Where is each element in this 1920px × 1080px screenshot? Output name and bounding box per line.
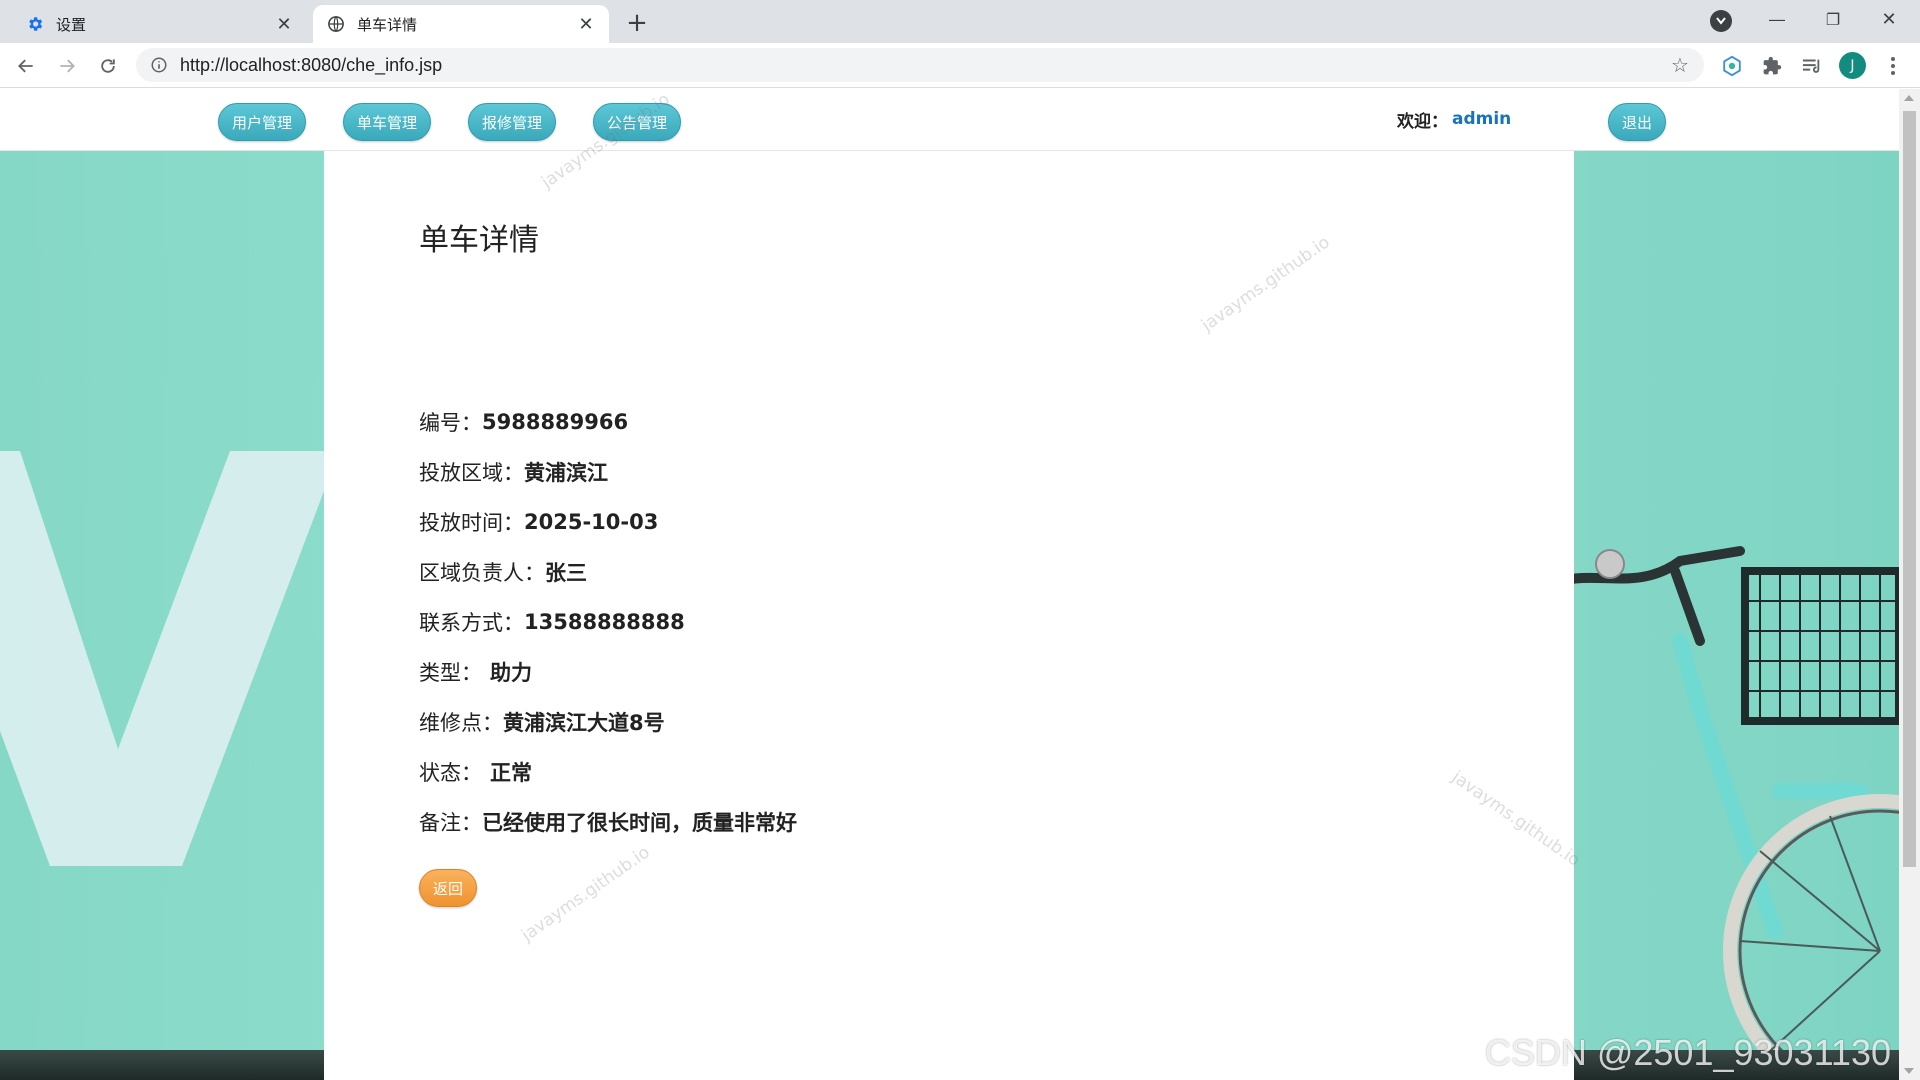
field-row-area: 投放区域： 黄浦滨江 — [419, 457, 608, 487]
reading-list-icon[interactable] — [1799, 53, 1825, 79]
info-icon[interactable] — [150, 56, 168, 74]
site-header: 用户管理 单车管理 报修管理 公告管理 欢迎： admin 退出 — [0, 89, 1899, 151]
extensions-puzzle-icon[interactable] — [1759, 53, 1785, 79]
csdn-watermark: CSDN @2501_93031130 — [1484, 1032, 1891, 1073]
back-arrow-icon[interactable] — [10, 50, 42, 82]
window-close-icon[interactable]: ✕ — [1866, 4, 1912, 34]
browser-toolbar: http://localhost:8080/che_info.jsp ☆ J — [0, 43, 1920, 88]
field-row-repair-point: 维修点： 黄浦滨江大道8号 — [419, 707, 665, 737]
field-value: 正常 — [490, 761, 532, 785]
field-row-date: 投放时间： 2025-10-03 — [419, 507, 658, 537]
field-label: 维修点： — [419, 711, 503, 735]
forward-arrow-icon[interactable] — [51, 50, 83, 82]
scroll-down-icon[interactable] — [1904, 1068, 1914, 1074]
field-value: 5988889966 — [482, 410, 629, 434]
field-label: 备注： — [419, 811, 482, 835]
url-text[interactable]: http://localhost:8080/che_info.jsp — [180, 55, 442, 76]
field-row-remark: 备注： 已经使用了很长时间，质量非常好 — [419, 807, 797, 837]
welcome-text: 欢迎： admin — [1397, 107, 1512, 132]
menu-kebab-icon[interactable] — [1880, 53, 1906, 79]
globe-icon — [327, 15, 345, 33]
tab-search-icon[interactable] — [1710, 10, 1732, 32]
scroll-up-icon[interactable] — [1904, 95, 1914, 101]
back-button[interactable]: 返回 — [419, 869, 477, 907]
field-label: 投放时间： — [419, 511, 524, 535]
field-row-id: 编号： 5988889966 — [419, 407, 628, 437]
field-label: 状态： — [419, 761, 482, 785]
tab-title: 设置 — [56, 15, 87, 34]
field-label: 联系方式： — [419, 611, 524, 635]
nav-notice-management-button[interactable]: 公告管理 — [593, 103, 681, 141]
tab-settings[interactable]: 设置 ✕ — [12, 5, 307, 43]
tab-close-icon[interactable]: ✕ — [573, 11, 599, 37]
vertical-scrollbar[interactable] — [1899, 89, 1920, 1080]
page-title: 单车详情 — [419, 223, 539, 258]
browser-tab-strip: 设置 ✕ 单车详情 ✕ + ― ❐ ✕ — [0, 0, 1920, 43]
nav-user-management-button[interactable]: 用户管理 — [218, 103, 306, 141]
address-bar[interactable]: http://localhost:8080/che_info.jsp ☆ — [136, 48, 1704, 82]
nav-bike-management-button[interactable]: 单车管理 — [343, 103, 431, 141]
nav-repair-management-button[interactable]: 报修管理 — [468, 103, 556, 141]
field-value: 已经使用了很长时间，质量非常好 — [482, 811, 797, 835]
field-label: 类型： — [419, 661, 482, 685]
tab-title: 单车详情 — [357, 15, 418, 34]
scrollbar-thumb[interactable] — [1903, 111, 1916, 867]
bookmark-star-icon[interactable]: ☆ — [1668, 53, 1692, 77]
field-value: 助力 — [490, 661, 532, 685]
profile-avatar[interactable]: J — [1839, 52, 1866, 79]
field-row-status: 状态： 正常 — [419, 757, 532, 787]
field-label: 投放区域： — [419, 461, 524, 485]
field-row-contact: 联系方式： 13588888888 — [419, 607, 685, 637]
welcome-label: 欢迎： — [1397, 111, 1448, 132]
logout-button[interactable]: 退出 — [1608, 103, 1666, 141]
page-viewport: 用户管理 单车管理 报修管理 公告管理 欢迎： admin 退出 单车详情 编号… — [0, 89, 1899, 1080]
username: admin — [1452, 109, 1512, 129]
minimize-icon[interactable]: ― — [1754, 4, 1800, 34]
detail-panel: 单车详情 编号： 5988889966 投放区域： 黄浦滨江 投放时间： 202… — [324, 151, 1574, 1080]
tab-close-icon[interactable]: ✕ — [271, 11, 297, 37]
field-value: 张三 — [545, 561, 587, 585]
new-tab-icon[interactable]: + — [622, 8, 652, 38]
tab-bike-detail[interactable]: 单车详情 ✕ — [313, 5, 609, 43]
field-value: 黄浦滨江大道8号 — [503, 711, 665, 735]
field-label: 编号： — [419, 411, 482, 435]
field-value: 13588888888 — [524, 610, 685, 634]
reload-icon[interactable] — [92, 50, 124, 82]
extension-hexagon-icon[interactable] — [1719, 53, 1745, 79]
field-row-manager: 区域负责人： 张三 — [419, 557, 587, 587]
restore-icon[interactable]: ❐ — [1810, 4, 1856, 34]
field-value: 黄浦滨江 — [524, 461, 608, 485]
field-value: 2025-10-03 — [524, 510, 659, 534]
floor-strip — [0, 1050, 324, 1080]
field-row-type: 类型： 助力 — [419, 657, 532, 687]
field-label: 区域负责人： — [419, 561, 545, 585]
gear-icon — [26, 15, 44, 33]
